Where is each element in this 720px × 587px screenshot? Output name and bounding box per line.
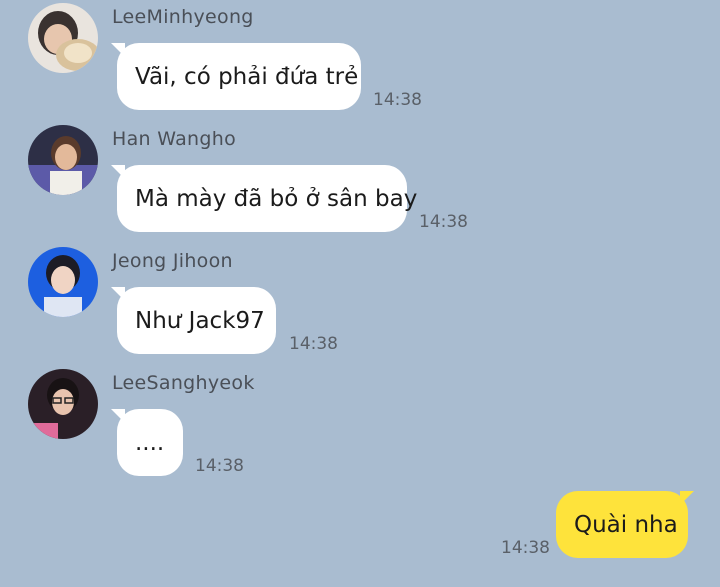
message-text: .... bbox=[135, 429, 165, 456]
message-time: 14:38 bbox=[419, 212, 468, 232]
avatar-leesanghyeok[interactable] bbox=[28, 369, 98, 439]
bubble-tail bbox=[680, 491, 694, 505]
message-time: 14:38 bbox=[289, 334, 338, 354]
message-bubble[interactable]: Như Jack97 bbox=[111, 287, 276, 354]
message-text: Quài nha bbox=[574, 511, 678, 538]
message-time: 14:38 bbox=[373, 90, 422, 110]
message-time: 14:38 bbox=[195, 456, 244, 476]
message-time: 14:38 bbox=[501, 538, 550, 558]
sender-name: LeeSanghyeok bbox=[112, 372, 255, 394]
avatar-leeminhyeong[interactable] bbox=[28, 3, 98, 73]
bubble-tail bbox=[111, 409, 125, 423]
message-text: Như Jack97 bbox=[135, 307, 265, 334]
bubble-tail bbox=[111, 43, 125, 57]
message-text: Vãi, có phải đứa trẻ bbox=[135, 63, 359, 90]
outgoing-message-bubble[interactable]: Quài nha bbox=[556, 491, 694, 558]
message-text: Mà mày đã bỏ ở sân bay bbox=[135, 185, 418, 212]
sender-name: Jeong Jihoon bbox=[112, 250, 233, 272]
avatar-han-wangho[interactable] bbox=[28, 125, 98, 195]
message-bubble[interactable]: Vãi, có phải đứa trẻ bbox=[111, 43, 361, 110]
bubble-tail bbox=[111, 165, 125, 179]
avatar-jeong-jihoon[interactable] bbox=[28, 247, 98, 317]
message-bubble[interactable]: .... bbox=[111, 409, 183, 476]
bubble-tail bbox=[111, 287, 125, 301]
message-bubble[interactable]: Mà mày đã bỏ ở sân bay bbox=[111, 165, 417, 232]
sender-name: LeeMinhyeong bbox=[112, 6, 254, 28]
sender-name: Han Wangho bbox=[112, 128, 236, 150]
